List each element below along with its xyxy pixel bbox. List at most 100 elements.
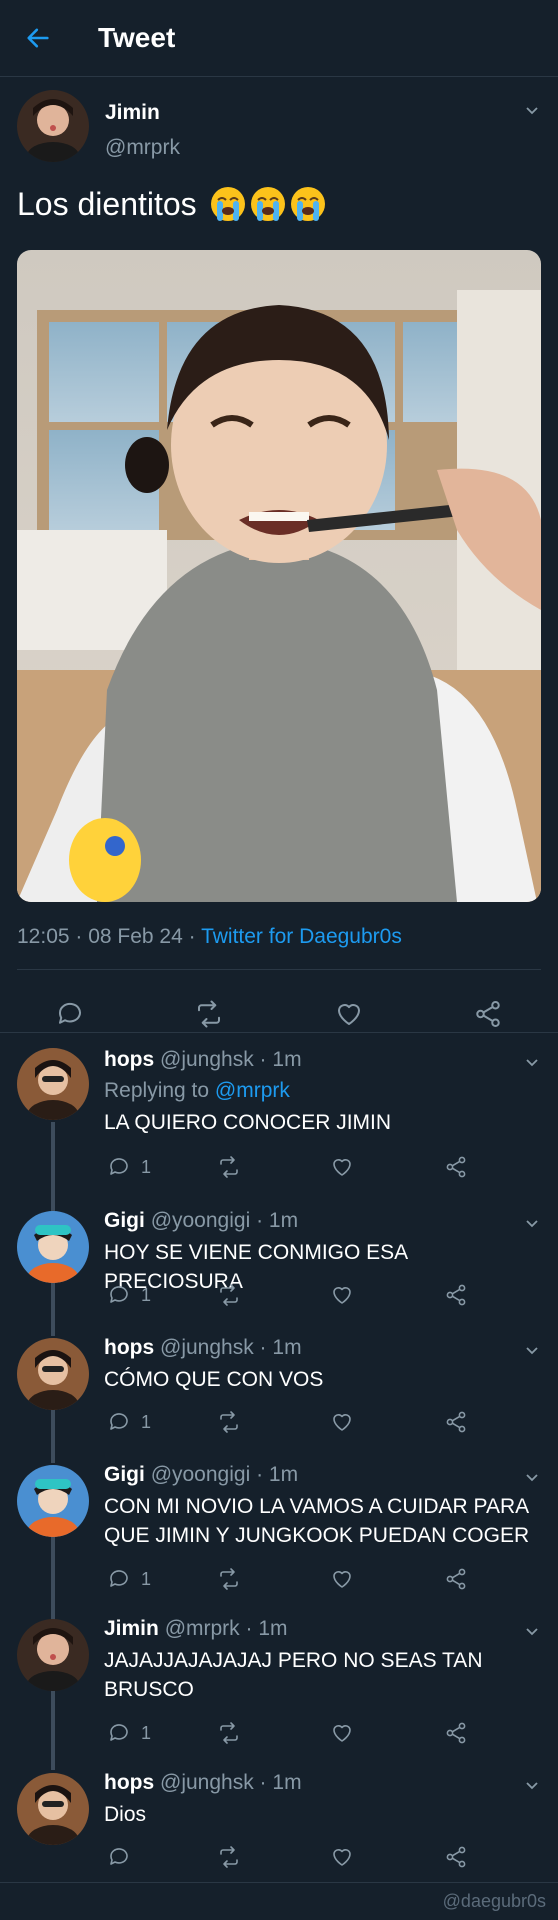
reply-time: 1m: [272, 1048, 302, 1071]
share-icon: [446, 1411, 466, 1433]
avatar[interactable]: [17, 1773, 89, 1845]
share-button[interactable]: [444, 1282, 468, 1308]
like-button[interactable]: [330, 1409, 354, 1435]
retweet-button[interactable]: [217, 1409, 241, 1435]
reply-time: 1m: [268, 1209, 299, 1232]
heart-icon: [338, 1004, 360, 1025]
reply-header: Jimin @mrprk · 1m: [104, 1617, 288, 1640]
reply-time: 1m: [258, 1617, 288, 1640]
chevron-down-icon[interactable]: [525, 1217, 539, 1231]
reply-button[interactable]: [107, 1844, 131, 1870]
avatar[interactable]: [17, 1338, 89, 1410]
retweet-icon: [220, 1411, 238, 1433]
reply-author-name[interactable]: Gigi: [104, 1209, 145, 1232]
reply-author-handle[interactable]: @yoongigi: [151, 1463, 251, 1486]
like-button[interactable]: [330, 1720, 354, 1746]
reply-author-name[interactable]: hops: [104, 1048, 154, 1071]
share-button[interactable]: [444, 1154, 468, 1180]
share-icon: [446, 1846, 466, 1868]
top-bar: Tweet: [0, 0, 558, 77]
reply-count: 1: [141, 1568, 152, 1589]
reply-button[interactable]: 1: [107, 1720, 151, 1746]
comment-icon: [58, 1002, 81, 1024]
tweet-body: Los dientitos: [17, 185, 197, 222]
retweet-button[interactable]: [217, 1282, 241, 1308]
share-button[interactable]: [444, 1409, 468, 1435]
reply-time: 1m: [272, 1336, 302, 1359]
back-button[interactable]: [0, 0, 76, 77]
avatar[interactable]: [17, 1465, 89, 1537]
reply-time: 1m: [272, 1771, 302, 1794]
share-button[interactable]: [444, 1720, 468, 1746]
reply-button[interactable]: 1: [107, 1282, 151, 1308]
heart-icon: [333, 1725, 351, 1742]
reply-button[interactable]: [55, 999, 85, 1029]
reply-item[interactable]: Jimin @mrprk · 1m JAJAJJAJAJAJAJ PERO NO…: [0, 1617, 558, 1762]
reply-author-handle[interactable]: @junghsk: [160, 1048, 254, 1071]
avatar[interactable]: [17, 1211, 89, 1283]
comment-icon: [110, 1286, 128, 1303]
author-name[interactable]: Jimin: [105, 101, 160, 125]
like-button[interactable]: [330, 1282, 354, 1308]
tweet-timestamp: 12:05 · 08 Feb 24 ·: [17, 925, 202, 948]
avatar[interactable]: [17, 90, 89, 162]
avatar[interactable]: [17, 1619, 89, 1691]
chevron-down-icon[interactable]: [525, 1625, 539, 1639]
chevron-down-icon[interactable]: [525, 1779, 539, 1793]
reply-author-name[interactable]: hops: [104, 1336, 154, 1359]
retweet-button[interactable]: [217, 1154, 241, 1180]
share-icon: [446, 1284, 466, 1306]
like-button[interactable]: [330, 1566, 354, 1592]
tweet-source-link[interactable]: Twitter for Daegubr0s: [201, 925, 402, 948]
like-button[interactable]: [330, 1844, 354, 1870]
reply-button[interactable]: 1: [107, 1154, 151, 1180]
avatar[interactable]: [17, 1048, 89, 1120]
reply-button[interactable]: 1: [107, 1409, 151, 1435]
reply-item[interactable]: hops @junghsk · 1m Dios: [0, 1771, 558, 1886]
reply-button[interactable]: 1: [107, 1566, 151, 1592]
share-button[interactable]: [444, 1566, 468, 1592]
reply-author-name[interactable]: Gigi: [104, 1463, 145, 1486]
retweet-icon: [220, 1568, 238, 1590]
like-button[interactable]: [330, 1154, 354, 1180]
retweet-button[interactable]: [217, 1720, 241, 1746]
reply-item[interactable]: Gigi @yoongigi · 1m CON MI NOVIO LA VAMO…: [0, 1463, 558, 1608]
retweet-button[interactable]: [194, 999, 224, 1029]
chevron-down-icon[interactable]: [525, 1344, 539, 1358]
reply-author-handle[interactable]: @yoongigi: [151, 1209, 251, 1232]
share-button[interactable]: [473, 999, 503, 1029]
share-icon: [446, 1156, 466, 1178]
reply-author-handle[interactable]: @junghsk: [160, 1336, 254, 1359]
comment-icon: [110, 1413, 128, 1430]
share-icon: [446, 1568, 466, 1590]
arrow-left-icon: [27, 28, 49, 48]
divider: [17, 969, 541, 970]
reply-author-name[interactable]: hops: [104, 1771, 154, 1794]
tweet-meta: 12:05 · 08 Feb 24 · Twitter for Daegubr0…: [17, 925, 402, 949]
heart-icon: [333, 1849, 351, 1866]
retweet-button[interactable]: [217, 1566, 241, 1592]
reply-item[interactable]: hops @junghsk · 1m Replying to @mrprk LA…: [0, 1048, 558, 1198]
reply-author-handle[interactable]: @mrprk: [165, 1617, 240, 1640]
retweet-button[interactable]: [217, 1844, 241, 1870]
comment-icon: [110, 1570, 128, 1587]
reply-item[interactable]: Gigi @yoongigi · 1m HOY SE VIENE CONMIGO…: [0, 1209, 558, 1324]
chevron-down-icon[interactable]: [525, 104, 539, 118]
loudly-crying-face-icon: [290, 187, 325, 221]
chevron-down-icon[interactable]: [525, 1471, 539, 1485]
chevron-down-icon[interactable]: [525, 1056, 539, 1070]
loudly-crying-face-icon: [250, 187, 285, 221]
share-icon: [446, 1722, 466, 1744]
share-button[interactable]: [444, 1844, 468, 1870]
reply-author-handle[interactable]: @junghsk: [160, 1771, 254, 1794]
heart-icon: [333, 1414, 351, 1431]
author-handle[interactable]: @mrprk: [105, 136, 180, 160]
comment-icon: [110, 1848, 128, 1865]
reply-author-name[interactable]: Jimin: [104, 1617, 159, 1640]
like-button[interactable]: [334, 999, 364, 1029]
reply-header: Gigi @yoongigi · 1m: [104, 1209, 299, 1232]
replying-to-link[interactable]: @mrprk: [215, 1079, 290, 1102]
divider: [0, 1032, 558, 1033]
reply-item[interactable]: hops @junghsk · 1m CÓMO QUE CON VOS 1: [0, 1336, 558, 1451]
tweet-photo[interactable]: [17, 250, 541, 902]
